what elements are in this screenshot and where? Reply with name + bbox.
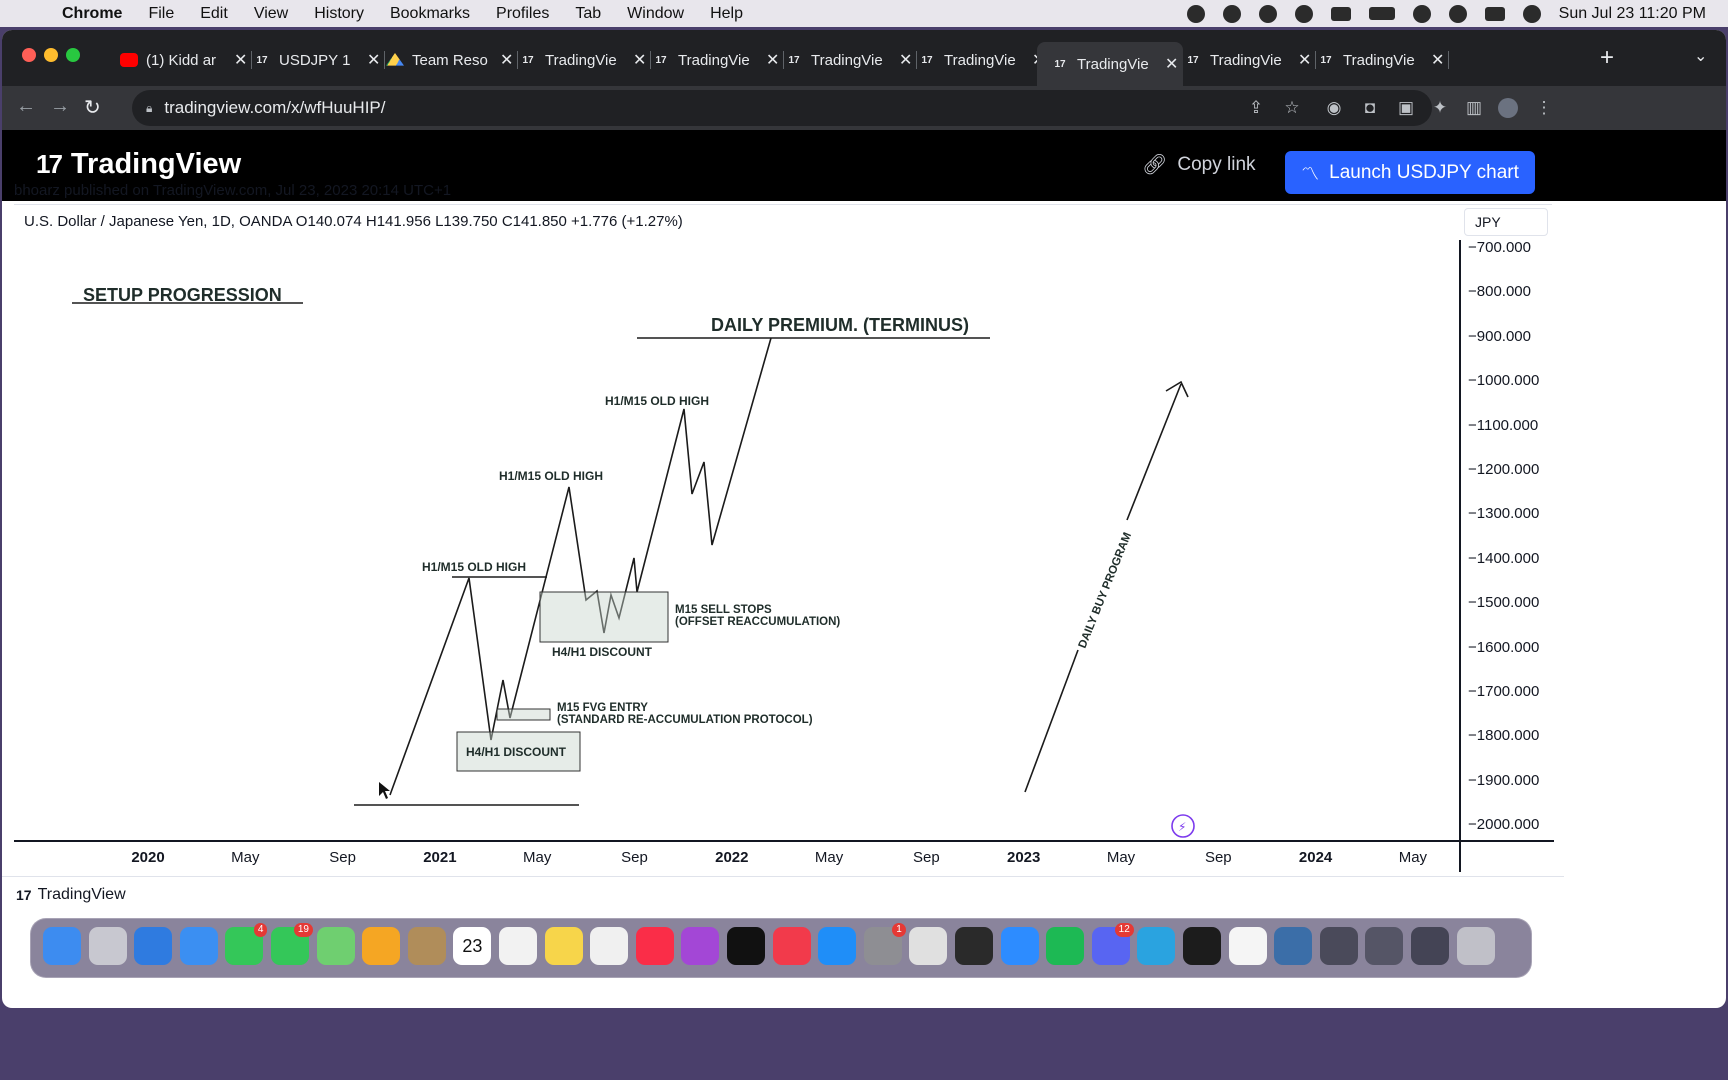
music-icon[interactable] <box>635 927 674 965</box>
textedit-icon[interactable] <box>1228 927 1267 965</box>
old-high-label-3: H1/M15 OLD HIGH <box>605 394 709 408</box>
mouse-cursor-icon <box>379 782 390 799</box>
sell-stops-sublabel: (OFFSET REACCUMULATION) <box>675 616 840 628</box>
safari-icon[interactable] <box>134 927 173 965</box>
fvg-box <box>496 708 551 721</box>
notes-icon[interactable] <box>544 927 583 965</box>
footer-bar: 17 TradingView <box>2 876 1564 912</box>
podcasts-icon[interactable] <box>681 927 720 965</box>
facetime-icon[interactable]: 4 <box>225 923 268 965</box>
freeform-icon[interactable] <box>590 927 629 965</box>
zoom-icon[interactable] <box>1000 927 1039 965</box>
messages-icon[interactable]: 19 <box>271 923 313 965</box>
photos-icon[interactable] <box>362 927 401 965</box>
calendar-icon[interactable]: 23 <box>453 927 492 965</box>
chrome-icon[interactable] <box>909 927 948 965</box>
appletv-icon[interactable] <box>727 927 765 965</box>
maps-icon[interactable] <box>316 927 355 965</box>
discord-icon[interactable]: 12 <box>1091 923 1134 965</box>
setup-label: SETUP PROGRESSION <box>83 285 282 305</box>
contacts-icon[interactable] <box>407 927 446 965</box>
program-arrow-upper <box>1126 383 1182 521</box>
folder-icon[interactable] <box>1319 927 1358 965</box>
dock: 4 19 23 1 12 <box>30 918 1532 978</box>
telegram-icon[interactable] <box>1137 927 1176 965</box>
footer-logo-icon: 17 <box>16 887 32 903</box>
sell-stops-label: M15 SELL STOPS <box>675 604 772 616</box>
news-icon[interactable] <box>772 927 811 965</box>
launchpad-icon[interactable] <box>88 927 127 965</box>
quicktime-icon[interactable] <box>1274 927 1313 965</box>
sell-stops-box <box>539 591 669 643</box>
old-high-label-2: H1/M15 OLD HIGH <box>499 469 603 483</box>
trash-icon[interactable] <box>1456 927 1495 965</box>
notification-badge: 1 <box>892 923 906 937</box>
footer-logo-text: TradingView <box>37 886 126 903</box>
reminders-icon[interactable] <box>499 927 537 965</box>
program-label: DAILY BUY PROGRAM <box>1077 531 1134 650</box>
folder-icon-3[interactable] <box>1411 927 1449 965</box>
premium-label: DAILY PREMIUM. (TERMINUS) <box>711 315 969 335</box>
lightning-glyph-icon: ⚡︎ <box>1178 820 1186 834</box>
notification-badge: 4 <box>253 923 268 937</box>
calendar-date: 23 <box>462 936 483 956</box>
fvg-sublabel: (STANDARD RE-ACCUMULATION PROTOCOL) <box>557 714 813 726</box>
spotify-icon[interactable] <box>1046 927 1085 965</box>
appstore-icon[interactable] <box>818 927 857 965</box>
program-arrow-lower <box>1024 649 1079 793</box>
obs-icon[interactable] <box>955 927 993 965</box>
fvg-label: M15 FVG ENTRY <box>557 702 648 714</box>
folder-icon-2[interactable] <box>1365 927 1404 965</box>
settings-icon[interactable]: 1 <box>863 923 906 965</box>
mail-icon[interactable] <box>179 927 218 965</box>
notification-badge: 19 <box>293 923 313 937</box>
finder-icon[interactable] <box>43 927 81 965</box>
notification-badge: 12 <box>1114 923 1134 937</box>
discount-label-lower: H4/H1 DISCOUNT <box>466 745 567 759</box>
footer-logo[interactable]: 17 TradingView <box>16 886 126 904</box>
old-high-label-1: H1/M15 OLD HIGH <box>422 560 526 574</box>
discount-label-upper: H4/H1 DISCOUNT <box>552 645 653 659</box>
activity-monitor-icon[interactable] <box>1183 927 1221 965</box>
